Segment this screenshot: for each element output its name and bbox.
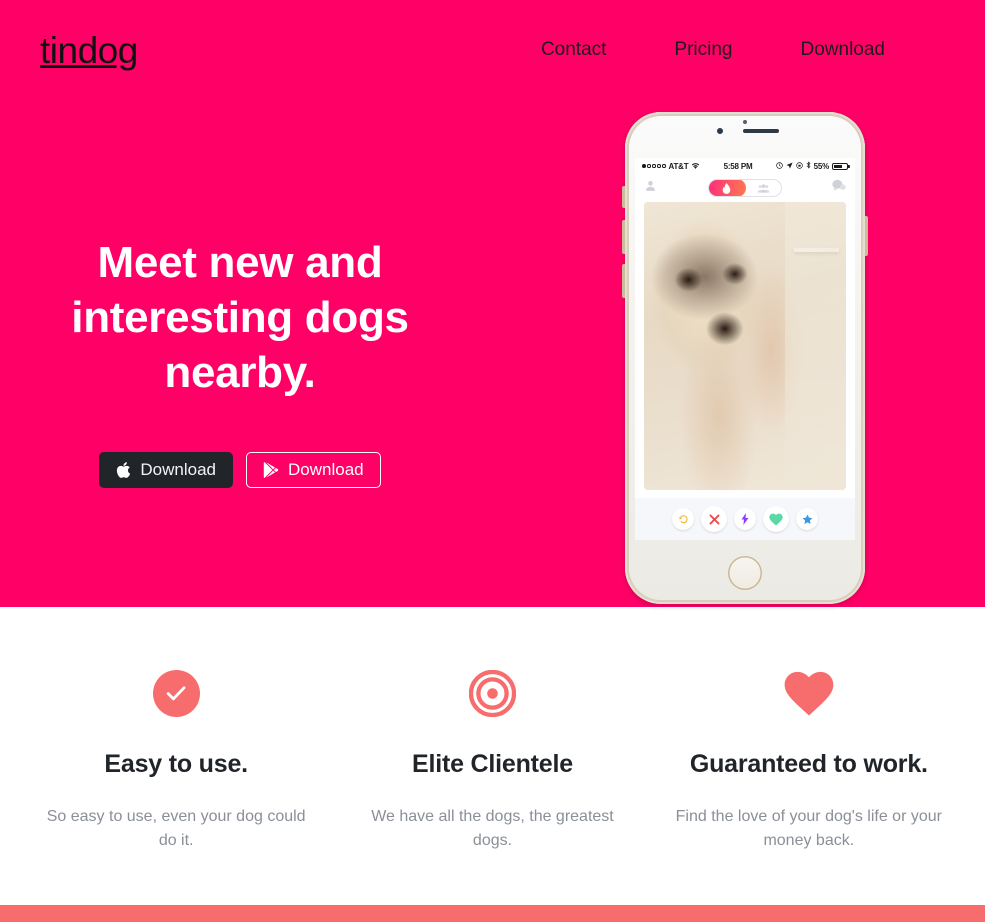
statusbar-right: 55%	[775, 161, 850, 171]
bullseye-icon	[468, 669, 517, 717]
tinder-appbar	[635, 174, 855, 202]
proximity-sensor-icon	[743, 120, 747, 124]
nav-link-contact[interactable]: Contact	[541, 39, 606, 61]
feature-text: Find the love of your dog's life or your…	[675, 808, 942, 849]
front-camera-icon	[717, 128, 723, 134]
feature-text: So easy to use, even your dog could do i…	[46, 808, 306, 849]
flame-icon[interactable]	[708, 180, 746, 196]
apple-download-button[interactable]: Download	[99, 452, 233, 488]
phone-home-button[interactable]	[728, 556, 762, 590]
location-icon	[786, 161, 793, 171]
rewind-button[interactable]	[672, 508, 694, 530]
nav-link-pricing[interactable]: Pricing	[674, 39, 732, 61]
phone-earpiece-area	[625, 112, 865, 158]
iphone-mockup: AT&T 5:58 PM 55%	[622, 112, 868, 604]
apple-download-label: Download	[140, 460, 216, 479]
feature-icon-wrap	[352, 662, 632, 724]
statusbar-time: 5:58 PM	[723, 161, 753, 171]
phone-volume-up-button	[622, 220, 625, 254]
google-play-download-button[interactable]: Download	[246, 452, 381, 488]
like-button[interactable]	[763, 506, 789, 532]
nav-links: Contact Pricing Download	[541, 39, 945, 61]
check-circle-icon	[152, 669, 200, 717]
features-section: Easy to use. So easy to use, even your d…	[0, 607, 985, 905]
feature-icon-wrap	[36, 662, 316, 724]
google-play-download-label: Download	[288, 460, 364, 479]
google-play-icon	[263, 462, 279, 478]
feature-elite-clientele: Elite Clientele We have all the dogs, th…	[334, 662, 650, 905]
next-section-band	[0, 905, 985, 922]
photo-background-door	[785, 202, 846, 490]
hero-download-buttons: Download Download	[40, 452, 440, 488]
brand-logo[interactable]: tindog	[40, 32, 138, 69]
wifi-icon	[691, 162, 700, 171]
phone-power-button	[865, 216, 868, 256]
rotation-lock-icon	[795, 161, 803, 171]
top-navbar: tindog Contact Pricing Download	[0, 0, 985, 100]
mode-toggle[interactable]	[707, 179, 782, 197]
feature-icon-wrap	[669, 662, 949, 724]
hero-title: Meet new and interesting dogs nearby.	[71, 238, 409, 397]
profile-icon[interactable]	[644, 179, 657, 197]
nav-link-download[interactable]: Download	[801, 39, 886, 61]
alarm-icon	[775, 161, 783, 171]
tinder-action-bar	[635, 498, 855, 540]
phone-screen: AT&T 5:58 PM 55%	[635, 158, 855, 540]
phone-statusbar: AT&T 5:58 PM 55%	[635, 158, 855, 174]
feature-guaranteed-to-work: Guaranteed to work. Find the love of you…	[651, 662, 967, 905]
hero-section: tindog Contact Pricing Download Meet new…	[0, 0, 985, 607]
battery-percent-label: 55%	[813, 161, 830, 171]
boost-button[interactable]	[734, 508, 756, 530]
statusbar-left: AT&T	[642, 162, 700, 171]
feature-title: Guaranteed to work.	[689, 750, 928, 778]
phone-mute-switch	[622, 186, 625, 208]
earpiece-speaker	[743, 129, 779, 133]
hero-copy: Meet new and interesting dogs nearby. Do…	[40, 235, 440, 488]
feature-title: Elite Clientele	[412, 750, 573, 778]
superlike-button[interactable]	[796, 508, 818, 530]
bluetooth-icon	[806, 161, 811, 171]
carrier-label: AT&T	[668, 161, 689, 171]
signal-dots-icon	[642, 164, 666, 168]
feature-title: Easy to use.	[104, 750, 248, 778]
apple-icon	[116, 461, 131, 479]
people-icon[interactable]	[746, 183, 781, 194]
chat-icon[interactable]	[832, 179, 846, 197]
feature-text: We have all the dogs, the greatest dogs.	[371, 808, 614, 849]
dog-card[interactable]	[644, 202, 846, 490]
phone-volume-down-button	[622, 264, 625, 298]
battery-icon	[832, 162, 850, 170]
feature-easy-to-use: Easy to use. So easy to use, even your d…	[18, 662, 334, 905]
heart-icon	[783, 670, 835, 717]
nope-button[interactable]	[701, 506, 727, 532]
